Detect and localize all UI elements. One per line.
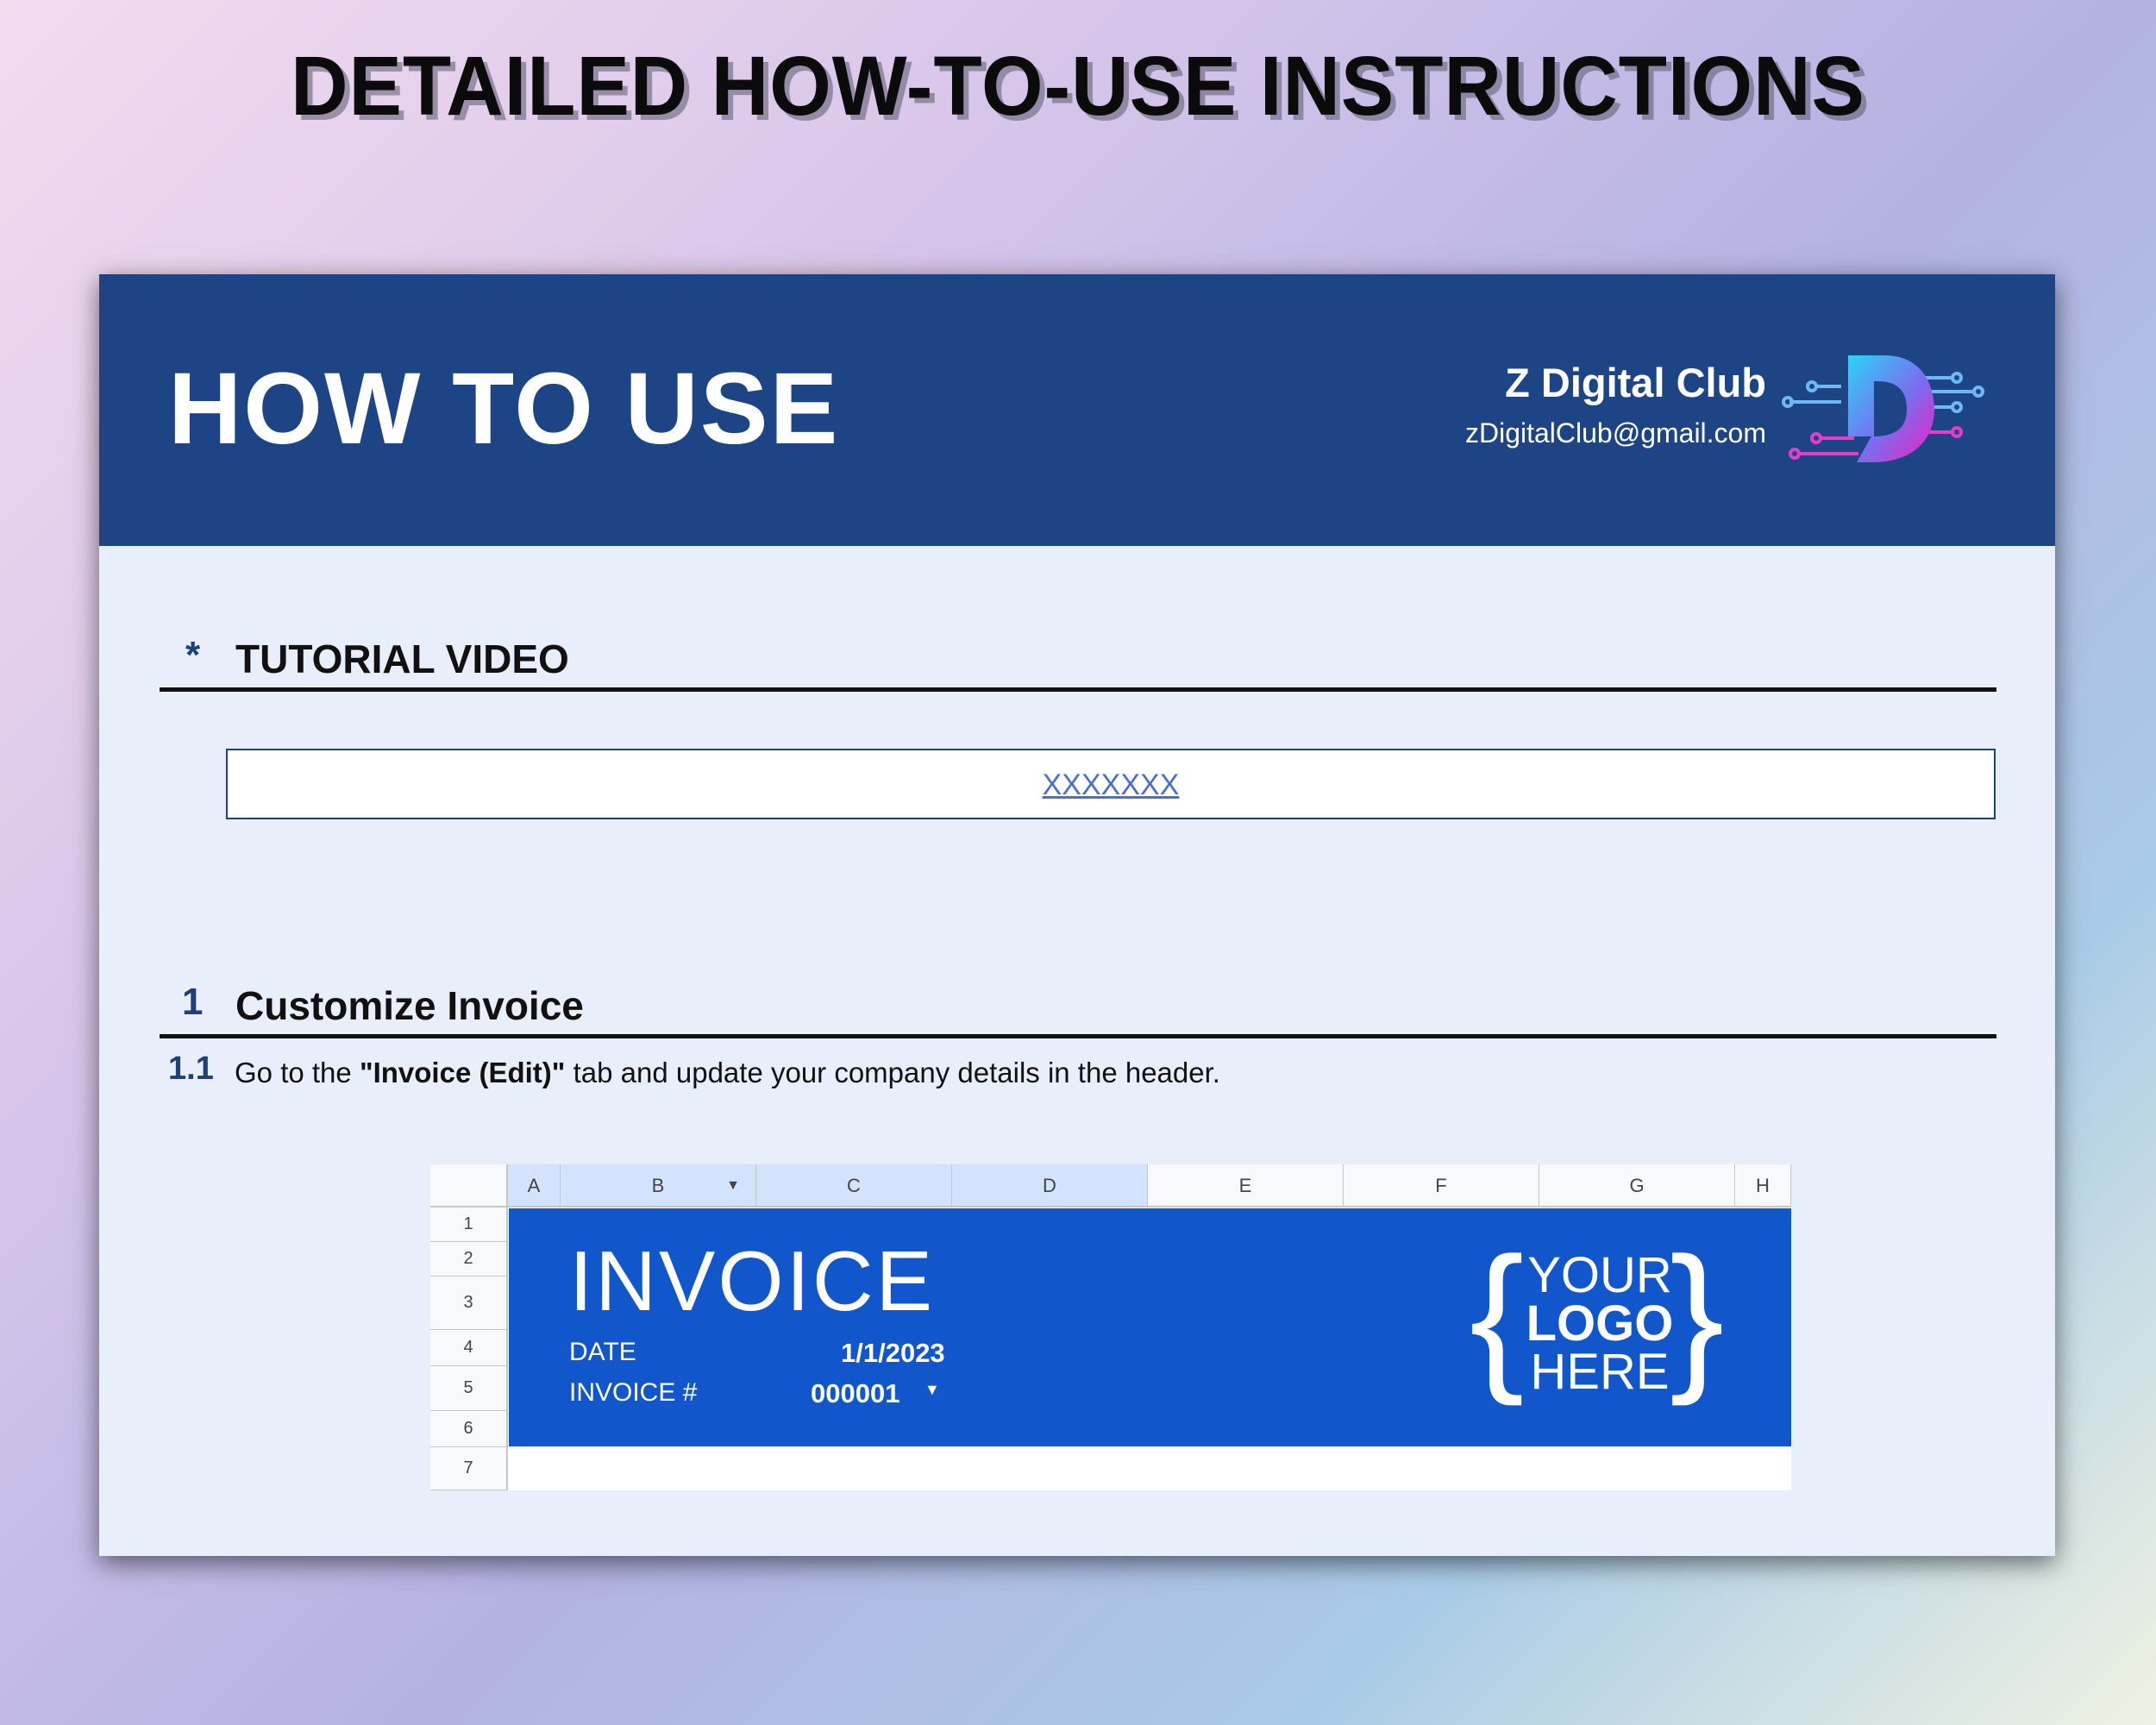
- tutorial-marker: *: [185, 634, 201, 676]
- invoice-number-dropdown-icon[interactable]: ▼: [924, 1381, 940, 1399]
- step-text-bold: "Invoice (Edit)": [359, 1057, 566, 1088]
- section-label: Customize Invoice: [235, 983, 584, 1028]
- row-header-2[interactable]: 2: [430, 1242, 508, 1276]
- brand-logo-icon: [1782, 355, 1984, 462]
- logo-placeholder[interactable]: { } YOUR LOGO HERE: [1470, 1231, 1724, 1410]
- row-header-4[interactable]: 4: [430, 1330, 508, 1366]
- column-header-d[interactable]: D: [952, 1164, 1148, 1208]
- column-header-g[interactable]: G: [1539, 1164, 1735, 1208]
- column-header-c[interactable]: C: [756, 1164, 952, 1208]
- column-header-b[interactable]: B ▼: [561, 1164, 756, 1208]
- page-title: DETAILED HOW-TO-USE INSTRUCTIONS: [291, 39, 1865, 134]
- customize-invoice-heading: 1 Customize Invoice: [160, 979, 1996, 1038]
- tutorial-video-link[interactable]: XXXXXXX: [226, 749, 1996, 819]
- brand-name: Z Digital Club: [1505, 360, 1766, 405]
- row-header-6[interactable]: 6: [430, 1411, 508, 1447]
- column-header-f[interactable]: F: [1344, 1164, 1539, 1208]
- invoice-header-band[interactable]: INVOICE DATE 1/1/2023 INVOICE # 000001 ▼…: [509, 1208, 1791, 1446]
- step-text-after: tab and update your company details in t…: [565, 1057, 1220, 1088]
- tutorial-video-heading: * TUTORIAL VIDEO: [160, 632, 1996, 692]
- date-label: DATE: [569, 1338, 636, 1366]
- header-title: HOW TO USE: [168, 352, 840, 466]
- spreadsheet-preview: A B ▼ C D E F G H 1 2 3 4 5 6 7 INVOICE …: [430, 1164, 1791, 1490]
- step-text: Go to the "Invoice (Edit)" tab and updat…: [235, 1057, 1220, 1089]
- brand-email: zDigitalClub@gmail.com: [1464, 417, 1766, 448]
- section-number: 1: [182, 981, 204, 1023]
- column-header-a[interactable]: A: [508, 1164, 561, 1208]
- invoice-number-label: INVOICE #: [569, 1378, 698, 1407]
- column-header-e[interactable]: E: [1148, 1164, 1344, 1208]
- instructions-card: HOW TO USE Z Digital Club zDigitalClub@g…: [99, 274, 2055, 1556]
- row-header-5[interactable]: 5: [430, 1366, 508, 1411]
- column-header-b-label: B: [651, 1175, 665, 1196]
- step-number: 1.1: [168, 1051, 214, 1087]
- chevron-down-icon[interactable]: ▼: [726, 1164, 740, 1208]
- row-header-3[interactable]: 3: [430, 1276, 508, 1330]
- row-header-1[interactable]: 1: [430, 1208, 508, 1242]
- logo-line-logo: LOGO: [1526, 1295, 1674, 1352]
- invoice-number-value[interactable]: 000001: [811, 1378, 899, 1409]
- invoice-title: INVOICE: [569, 1233, 935, 1328]
- logo-line-here: HERE: [1530, 1344, 1670, 1400]
- column-header-h[interactable]: H: [1735, 1164, 1791, 1208]
- row-header-7[interactable]: 7: [430, 1447, 508, 1490]
- tutorial-label: TUTORIAL VIDEO: [235, 637, 569, 681]
- sheet-corner[interactable]: [430, 1164, 508, 1208]
- logo-line-your: YOUR: [1527, 1247, 1672, 1303]
- card-header: HOW TO USE Z Digital Club zDigitalClub@g…: [99, 274, 2055, 546]
- step-text-before: Go to the: [235, 1057, 360, 1088]
- date-value[interactable]: 1/1/2023: [841, 1338, 945, 1369]
